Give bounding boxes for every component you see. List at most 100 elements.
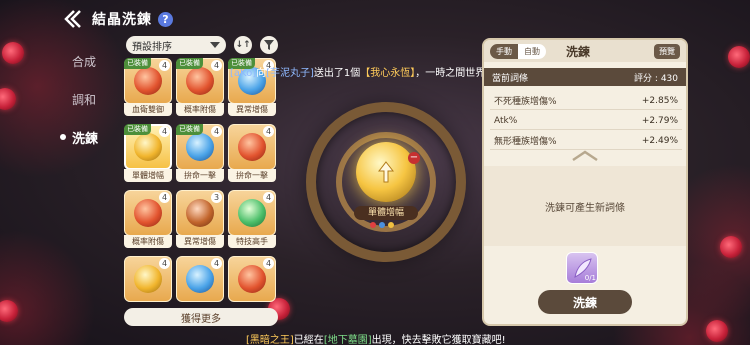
arrow-up-icon — [377, 161, 395, 183]
announce-item: 【我心永恆】 — [360, 68, 416, 79]
stat-value: +2.79% — [641, 115, 678, 126]
panel-title: 洗鍊 — [566, 44, 591, 59]
equipped-badge: 已裝備 — [124, 124, 151, 135]
crystal-count: 4 — [159, 192, 170, 203]
help-icon[interactable]: ? — [158, 11, 173, 27]
crystal-count: 4 — [211, 60, 222, 71]
crystal-gem-icon — [238, 199, 266, 227]
sort-dropdown-label: 預設排序 — [132, 41, 172, 53]
sort-order-button[interactable]: ↓↑ — [234, 36, 252, 54]
crystal-count: 4 — [211, 258, 222, 269]
refine-button[interactable]: 洗鍊 — [538, 290, 632, 314]
refine-slot: − 單體增幅 — [296, 92, 476, 272]
crystal-card[interactable]: 4 — [228, 256, 276, 316]
crystal-gem-icon — [134, 199, 162, 227]
crystal-card-label: 血衛雙御 — [124, 103, 172, 116]
filter-bar: 預設排序 ↓↑ — [126, 36, 278, 54]
nav-item-synthesis[interactable]: 合成 — [72, 42, 122, 80]
announce-sender: [aKo] — [230, 68, 257, 79]
crystal-card-label: 異常增傷 — [228, 103, 276, 116]
nav-item-blend[interactable]: 調和 — [72, 80, 122, 118]
crystal-grid: 已裝備 4 血衛雙御 已裝備 4 概率附傷 已裝備 4 異常增傷 已裝備 4 單體增幅 已裝備 4 拚命一擊… — [124, 58, 276, 316]
mode-auto-button[interactable]: 自動 — [518, 43, 546, 59]
chevron-up-icon — [572, 150, 598, 162]
crystal-count: 4 — [263, 192, 274, 203]
crystal-count: 4 — [159, 60, 170, 71]
refine-panel: 手動 自動 洗鍊 預覽 當前詞條 評分 : 430 不死種族增傷% +2.85%… — [482, 38, 688, 326]
crystal-card[interactable]: 4 拚命一擊 — [228, 124, 276, 184]
crystal-card-label: 拚命一擊 — [176, 169, 224, 182]
crystal-card[interactable]: 3 異常增傷 — [176, 190, 224, 250]
remove-icon[interactable]: − — [408, 152, 420, 164]
stat-name: Atk% — [494, 115, 518, 126]
crystal-count: 3 — [211, 192, 222, 203]
chevron-down-icon — [210, 42, 220, 48]
crystal-count: 4 — [263, 126, 274, 137]
new-stats-text: 洗鍊可產生新詞條 — [545, 202, 625, 214]
crystal-gem-icon — [186, 133, 214, 161]
crystal-card[interactable]: 已裝備 4 單體增幅 — [124, 124, 172, 184]
crystal-count: 4 — [159, 258, 170, 269]
broadcast-text: 出現，快去擊敗它獲取寶藏吧! — [371, 335, 506, 345]
stat-row: 無形種族增傷% +2.49% — [490, 132, 682, 150]
announce-receiver: [芋泥丸子] — [266, 68, 314, 79]
side-nav: 合成 調和 洗鍊 — [60, 42, 122, 156]
new-stats-area: 洗鍊可產生新詞條 — [484, 166, 686, 246]
current-stats-header: 當前詞條 — [492, 73, 529, 84]
crystal-count: 4 — [263, 258, 274, 269]
broadcast-location: [地下墓園] — [323, 335, 372, 345]
nav-item-refine[interactable]: 洗鍊 — [60, 118, 122, 156]
crystal-gem-icon — [186, 67, 214, 95]
stat-name: 不死種族增傷% — [494, 97, 557, 107]
crystal-card-label: 概率附傷 — [176, 103, 224, 116]
stat-row: Atk% +2.79% — [490, 112, 682, 130]
page-title: 結晶洗鍊 — [92, 12, 152, 28]
stat-name: 無形種族增傷% — [494, 137, 557, 147]
header: 結晶洗鍊 ? — [64, 8, 173, 30]
crystal-card-label: 概率附傷 — [124, 235, 172, 248]
crystal-gem-icon — [238, 133, 266, 161]
broadcast-boss: [黑暗之王] — [246, 335, 294, 345]
announce-text: 向 — [256, 68, 267, 79]
preview-button[interactable]: 預覽 — [654, 43, 680, 59]
equipped-badge: 已裝備 — [176, 124, 203, 135]
rose-decoration — [0, 300, 18, 322]
get-more-button[interactable]: 獲得更多 — [124, 308, 278, 326]
crystal-card-label: 拚命一擊 — [228, 169, 276, 182]
crystal-card[interactable]: 4 概率附傷 — [124, 190, 172, 250]
crystal-card[interactable]: 已裝備 4 概率附傷 — [176, 58, 224, 118]
material-count: 0/1 — [584, 274, 596, 282]
stat-value: +2.85% — [641, 95, 678, 106]
mode-toggle: 手動 自動 — [490, 43, 546, 59]
crystal-card[interactable]: 已裝備 4 血衛雙御 — [124, 58, 172, 118]
filter-button[interactable] — [260, 36, 278, 54]
rose-decoration — [706, 320, 728, 342]
back-arrow-icon[interactable] — [64, 9, 86, 29]
crystal-card[interactable]: 4 — [176, 256, 224, 316]
rose-decoration — [2, 42, 24, 64]
score-label: 評分 : — [634, 73, 658, 84]
stat-value: +2.49% — [641, 135, 678, 146]
dot-yellow — [388, 222, 394, 228]
rose-decoration — [728, 46, 750, 68]
sort-dropdown[interactable]: 預設排序 — [126, 36, 226, 54]
crystal-gem-icon — [134, 67, 162, 95]
crystal-count: 4 — [159, 126, 170, 137]
selected-crystal[interactable] — [356, 142, 416, 202]
announce-text: 送出了1個 — [313, 68, 361, 79]
equipped-badge: 已裝備 — [176, 58, 203, 69]
crystal-gem-icon — [186, 199, 214, 227]
crystal-card[interactable]: 已裝備 4 拚命一擊 — [176, 124, 224, 184]
stat-row: 不死種族增傷% +2.85% — [490, 92, 682, 110]
crystal-card[interactable]: 4 特技高手 — [228, 190, 276, 250]
crystal-gem-icon — [134, 265, 162, 293]
crystal-card-label: 特技高手 — [228, 235, 276, 248]
crystal-gem-icon — [186, 265, 214, 293]
dot-red — [370, 222, 376, 228]
crystal-card-label: 異常增傷 — [176, 235, 224, 248]
crystal-card-label: 單體增幅 — [124, 169, 172, 182]
mode-manual-button[interactable]: 手動 — [490, 43, 518, 59]
dot-blue — [379, 222, 385, 228]
crystal-count: 4 — [211, 126, 222, 137]
crystal-card[interactable]: 4 — [124, 256, 172, 316]
